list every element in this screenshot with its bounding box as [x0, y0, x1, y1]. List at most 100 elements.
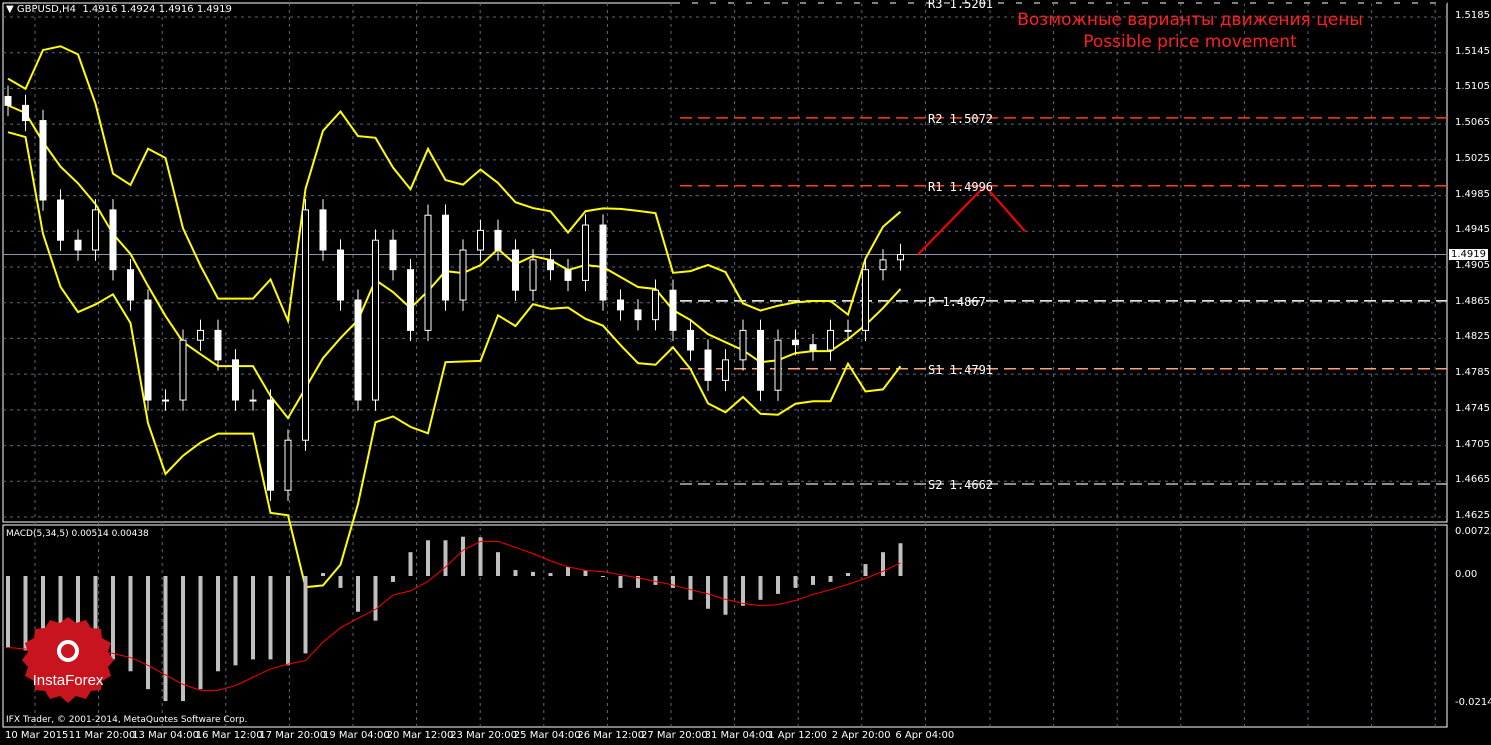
price-tick: 1.4745: [1455, 402, 1490, 414]
pivot-label-s2: S2 1.4662: [928, 477, 994, 492]
candle: [109, 209, 117, 271]
macd-bar: [828, 576, 833, 582]
time-tick: 20 Mar 12:00: [386, 730, 454, 741]
candle: [704, 349, 712, 381]
macd-bar: [146, 576, 150, 690]
price-tick: 1.4665: [1455, 474, 1490, 486]
candle: [249, 399, 257, 402]
candle: [92, 209, 99, 251]
macd-bar: [303, 576, 308, 654]
macd-signal-line: [7, 540, 901, 691]
candle: [424, 214, 432, 331]
candle: [442, 214, 449, 301]
price-tick: 1.4905: [1455, 260, 1490, 271]
macd-bar: [461, 536, 465, 576]
macd-bar: [216, 576, 220, 672]
candle: [529, 259, 537, 291]
candle: [214, 329, 222, 361]
time-tick: 2 Apr 20:00: [831, 730, 891, 741]
macd-bar: [321, 573, 325, 576]
pivot-label-s1: S1 1.4791: [928, 362, 994, 377]
candle: [477, 229, 484, 251]
svg-text:InstaForex: InstaForex: [33, 672, 104, 689]
annotation-english: Possible price movement: [1083, 32, 1297, 52]
current-price-label: 1.4919: [1449, 249, 1488, 260]
macd-bar: [443, 540, 448, 576]
time-tick: 26 Mar 12:00: [577, 730, 645, 741]
price-tick: 1.4705: [1455, 438, 1490, 450]
candle: [197, 329, 204, 341]
candle: [617, 299, 624, 311]
price-tick: 1.5185: [1455, 10, 1490, 21]
candle: [652, 289, 659, 321]
macd-bar: [898, 543, 903, 576]
macd-bar: [776, 576, 780, 594]
macd-bar: [356, 576, 360, 612]
macd-bar: [566, 567, 570, 576]
candle: [372, 239, 379, 401]
candle: [547, 259, 554, 271]
macd-bar: [671, 576, 675, 588]
candle: [634, 309, 642, 321]
macd-bar: [706, 576, 710, 609]
time-tick: 17 Mar 20:00: [259, 730, 327, 741]
candle: [162, 399, 169, 402]
time-tick: 25 Mar 04:00: [513, 730, 581, 741]
copyright: IFX Trader, © 2001-2014, MetaQuotes Soft…: [6, 715, 248, 725]
candle: [459, 249, 467, 301]
candle: [809, 344, 817, 351]
macd-bar: [338, 576, 343, 588]
price-tick: 1.4785: [1455, 367, 1490, 379]
macd-bar: [531, 571, 535, 576]
candle: [232, 359, 239, 401]
candle: [354, 299, 362, 401]
candle: [669, 289, 677, 331]
price-tick: 1.5105: [1455, 81, 1490, 93]
price-tick: 1.5065: [1455, 117, 1490, 129]
candle: [512, 249, 519, 291]
candle: [319, 209, 327, 251]
macd-bar: [618, 576, 623, 588]
price-tick: 1.5145: [1455, 45, 1490, 57]
time-tick: 10 Mar 2015: [5, 730, 69, 741]
macd-bar: [198, 576, 203, 690]
chart-header: ▼ GBPUSD,H4 1.4916 1.4924 1.4916 1.4919: [6, 4, 232, 15]
candle: [4, 95, 12, 106]
bollinger-lower: [7, 131, 902, 589]
macd-bar: [426, 540, 430, 576]
macd-bar: [163, 576, 168, 702]
price-tick: 1.4985: [1455, 188, 1490, 200]
pivot-label-r3: R3 1.5201: [928, 0, 994, 11]
macd-bar: [513, 570, 518, 576]
price-chart[interactable]: [0, 0, 1491, 745]
macd-bar: [741, 576, 745, 606]
time-tick: 11 Mar 20:00: [68, 730, 136, 741]
pivot-label-r2: R2 1.5072: [928, 111, 994, 126]
macd-bar: [548, 573, 553, 576]
macd-tick: -0.02145: [1455, 696, 1491, 708]
time-tick: 1 Apr 12:00: [768, 730, 828, 741]
candle: [127, 269, 134, 301]
symbol-label: GBPUSD,H4: [16, 4, 76, 15]
main-panel-frame: [2, 2, 1448, 523]
time-tick: 13 Mar 04:00: [132, 730, 199, 741]
macd-bar: [408, 552, 413, 576]
candle: [897, 254, 904, 261]
candle: [582, 224, 589, 281]
candle: [844, 329, 852, 332]
candle: [879, 259, 887, 271]
macd-bar: [846, 573, 850, 576]
annotation-russian: Возможные варианты движения цены: [1017, 10, 1363, 30]
price-tick: 1.4825: [1455, 331, 1490, 343]
macd-label: MACD(5,34,5) 0.00514 0.00438: [6, 529, 149, 539]
macd-bar: [881, 552, 885, 576]
candle: [22, 104, 29, 122]
macd-bar: [653, 576, 658, 585]
macd-bar: [723, 576, 728, 615]
price-tick: 1.5025: [1455, 152, 1490, 164]
candle: [687, 329, 694, 351]
candle: [407, 269, 414, 331]
macd-bar: [233, 576, 238, 666]
instaforex-logo: InstaForex: [8, 617, 128, 711]
candle: [774, 339, 782, 391]
